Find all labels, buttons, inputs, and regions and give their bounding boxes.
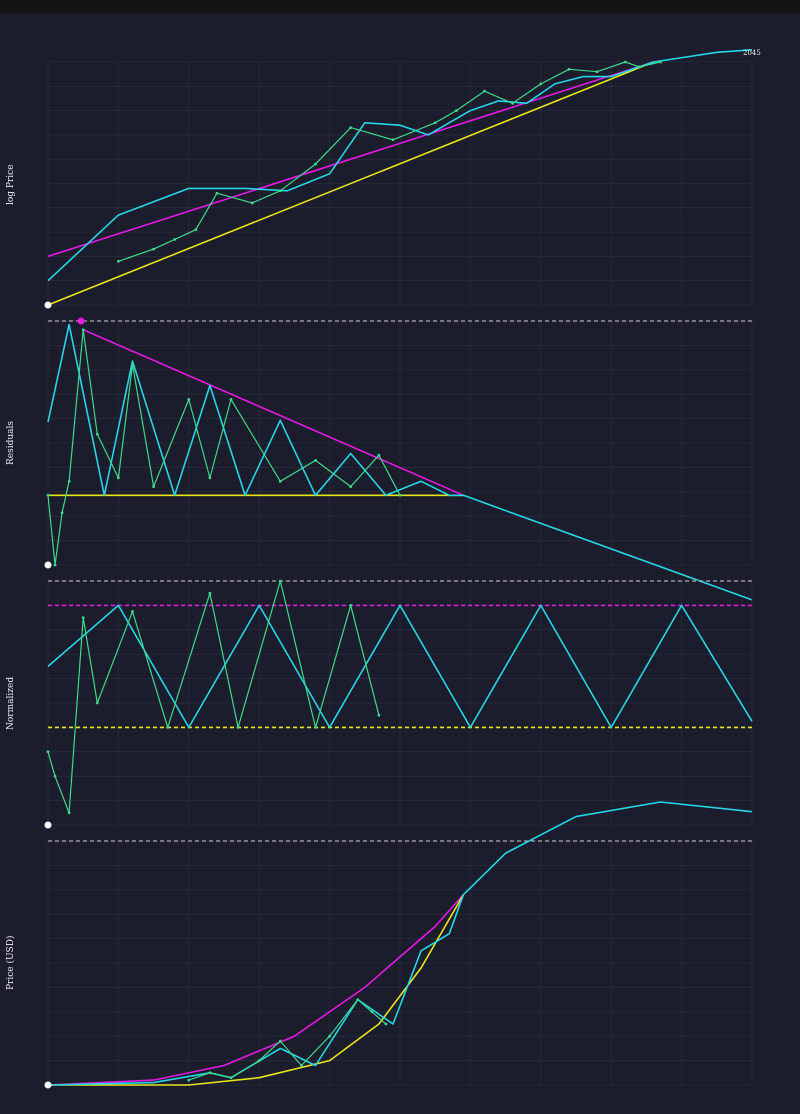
price-point <box>349 485 353 488</box>
price-point <box>356 998 360 1001</box>
price-point <box>314 459 317 462</box>
price-point <box>370 1010 374 1014</box>
price-point <box>433 121 437 125</box>
price-point <box>152 247 156 251</box>
y-axis-label-price-usd: Price (USD) <box>6 935 16 990</box>
price-point <box>166 726 170 729</box>
series-line-lower-curve <box>48 894 465 1086</box>
price-point <box>637 65 641 69</box>
origin-marker <box>44 1081 52 1089</box>
price-point <box>60 511 64 515</box>
price-point <box>131 363 134 366</box>
price-point <box>53 774 57 778</box>
price-point <box>391 138 395 142</box>
series-line-projection <box>463 494 753 601</box>
price-point <box>278 579 282 583</box>
y-axis-label-residuals: Residuals <box>6 420 16 465</box>
price-point <box>250 201 254 205</box>
price-point <box>314 162 317 166</box>
price-point <box>595 70 599 74</box>
price-point <box>349 604 353 607</box>
price-point <box>208 591 212 595</box>
price-point <box>152 485 156 488</box>
price-point <box>208 1071 212 1075</box>
price-point <box>314 726 317 729</box>
price-point <box>659 60 662 64</box>
price-point <box>53 563 57 567</box>
origin-marker <box>44 821 52 829</box>
origin-marker <box>44 301 52 309</box>
price-point <box>278 1039 282 1043</box>
price-point <box>384 1022 388 1026</box>
series-line-cycle-fit <box>47 323 464 497</box>
price-point <box>215 191 219 195</box>
price-point <box>300 1064 303 1067</box>
price-point <box>67 811 71 815</box>
price-point <box>95 432 99 436</box>
price-point <box>187 1078 191 1082</box>
origin-marker <box>44 561 52 569</box>
price-point <box>194 228 198 232</box>
series-line-price <box>47 329 401 566</box>
price-point <box>567 67 571 71</box>
chart-canvas <box>44 49 753 1089</box>
price-point <box>95 701 99 705</box>
price-point <box>511 101 515 105</box>
price-point <box>117 259 120 263</box>
price-point <box>236 726 240 729</box>
price-point <box>454 109 458 112</box>
price-point <box>117 476 120 480</box>
price-point <box>483 89 486 93</box>
price-point <box>173 237 177 241</box>
price-point <box>229 398 233 401</box>
end-year-label: 2045 <box>743 49 761 57</box>
price-point <box>81 328 85 332</box>
price-point <box>208 476 212 480</box>
price-point <box>623 60 627 64</box>
price-point <box>349 126 353 130</box>
price-point <box>46 750 50 754</box>
price-point <box>377 713 381 717</box>
price-point <box>328 1034 331 1038</box>
price-point <box>257 1059 261 1062</box>
peak-marker <box>77 317 85 325</box>
price-point <box>81 616 85 619</box>
price-point <box>278 189 282 193</box>
price-point <box>278 479 282 483</box>
price-point <box>187 398 191 401</box>
series-line-upper-curve <box>47 894 464 1086</box>
y-axis-label-normalized: Normalized <box>6 676 16 730</box>
price-point <box>131 610 134 613</box>
price-point <box>229 1076 233 1080</box>
series-line-price <box>47 580 380 814</box>
price-point <box>377 453 381 457</box>
price-point <box>539 82 543 86</box>
price-point <box>67 479 71 483</box>
price-point <box>398 493 402 497</box>
price-point <box>46 493 50 497</box>
y-axis-label-log-price: log Price <box>6 164 16 205</box>
